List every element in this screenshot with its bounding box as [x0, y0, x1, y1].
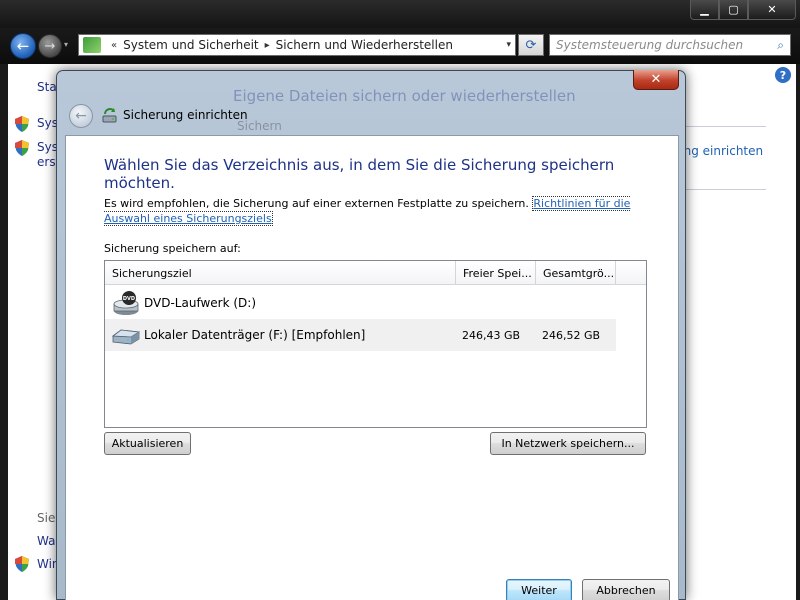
list-header: Sicherungsziel Freier Spei... Gesamtgrö.… — [105, 261, 646, 285]
minimize-button[interactable]: ▁ — [690, 0, 719, 20]
breadcrumb-backup-restore[interactable]: Sichern und Wiederherstellen — [276, 38, 453, 52]
setup-backup-dialog: Eigene Dateien sichern oder wiederherste… — [56, 70, 686, 600]
hard-disk-icon — [111, 322, 141, 348]
drive-name: DVD-Laufwerk (D:) — [144, 296, 257, 310]
navigation-bar: ← → ▾ « System und Sicherheit ▸ Sichern … — [0, 28, 800, 64]
control-panel-icon — [83, 37, 101, 53]
cancel-button[interactable]: Abbrechen — [582, 579, 670, 600]
refresh-list-button[interactable]: Aktualisieren — [104, 432, 191, 455]
breadcrumb-separator-icon[interactable]: ▸ — [265, 40, 270, 51]
search-icon[interactable]: ⌕ — [777, 38, 784, 53]
column-header-total-size[interactable]: Gesamtgrö... — [536, 261, 616, 285]
background-page-heading: Eigene Dateien sichern oder wiederherste… — [233, 87, 576, 105]
back-button[interactable]: ← — [10, 33, 36, 59]
close-icon: ✕ — [650, 72, 662, 87]
shield-icon — [15, 140, 29, 156]
dialog-close-button[interactable]: ✕ — [633, 70, 679, 90]
save-to-network-button[interactable]: In Netzwerk speichern... — [490, 432, 646, 455]
dialog-body: Wählen Sie das Verzeichnis aus, in dem S… — [65, 135, 679, 600]
shield-icon — [15, 116, 29, 132]
help-icon[interactable]: ? — [775, 67, 791, 83]
divider — [684, 189, 766, 190]
recommendation-sentence: Es wird empfohlen, die Sicherung auf ein… — [104, 197, 529, 210]
close-button[interactable]: ✕ — [748, 0, 796, 20]
breadcrumb-system-security[interactable]: System und Sicherheit — [123, 38, 259, 52]
recommendation-text: Es wird empfohlen, die Sicherung auf ein… — [104, 196, 664, 226]
list-item-local-disk[interactable]: Lokaler Datenträger (F:) [Empfohlen] 246… — [105, 319, 616, 351]
main-instruction: Wählen Sie das Verzeichnis aus, in dem S… — [104, 156, 615, 192]
address-dropdown-icon[interactable]: ▾ — [506, 40, 511, 50]
refresh-button[interactable]: ⟳ — [518, 34, 544, 56]
arrow-right-icon: → — [44, 38, 56, 54]
drive-free-space: 246,43 GB — [462, 328, 521, 342]
drive-name: Lokaler Datenträger (F:) [Empfohlen] — [144, 328, 366, 342]
arrow-left-icon: ← — [16, 37, 30, 55]
dvd-drive-icon: DVD — [111, 290, 141, 316]
breadcrumb-overflow[interactable]: « — [111, 40, 117, 51]
column-header-target[interactable]: Sicherungsziel — [105, 261, 456, 285]
column-header-free-space[interactable]: Freier Spei... — [456, 261, 536, 285]
arrow-left-icon: ← — [75, 108, 87, 124]
refresh-icon: ⟳ — [525, 37, 537, 53]
dialog-back-button[interactable]: ← — [69, 104, 93, 128]
shield-icon — [15, 556, 29, 572]
address-bar[interactable]: « System und Sicherheit ▸ Sichern und Wi… — [78, 34, 516, 56]
search-input[interactable]: Systemsteuerung durchsuchen ⌕ — [549, 34, 791, 56]
list-item-dvd-drive[interactable]: DVD DVD-Laufwerk (D:) — [105, 287, 616, 319]
window-caption-buttons: ▁ ▢ ✕ — [690, 0, 796, 20]
outer-titlebar: ▁ ▢ ✕ — [0, 0, 800, 28]
forward-button[interactable]: → — [38, 34, 62, 58]
search-placeholder: Systemsteuerung durchsuchen — [556, 38, 744, 52]
backup-icon — [101, 107, 119, 125]
save-to-label: Sicherung speichern auf: — [104, 242, 241, 255]
dialog-title: Sicherung einrichten — [123, 108, 248, 122]
maximize-button[interactable]: ▢ — [719, 0, 748, 20]
divider — [684, 126, 766, 127]
svg-text:DVD: DVD — [123, 296, 135, 302]
backup-destination-list[interactable]: Sicherungsziel Freier Spei... Gesamtgrö.… — [104, 260, 647, 428]
next-button[interactable]: Weiter — [506, 579, 572, 600]
recent-pages-dropdown[interactable]: ▾ — [64, 40, 68, 49]
setup-backup-link[interactable]: ung einrichten — [676, 144, 763, 158]
drive-total-size: 246,52 GB — [542, 328, 601, 342]
